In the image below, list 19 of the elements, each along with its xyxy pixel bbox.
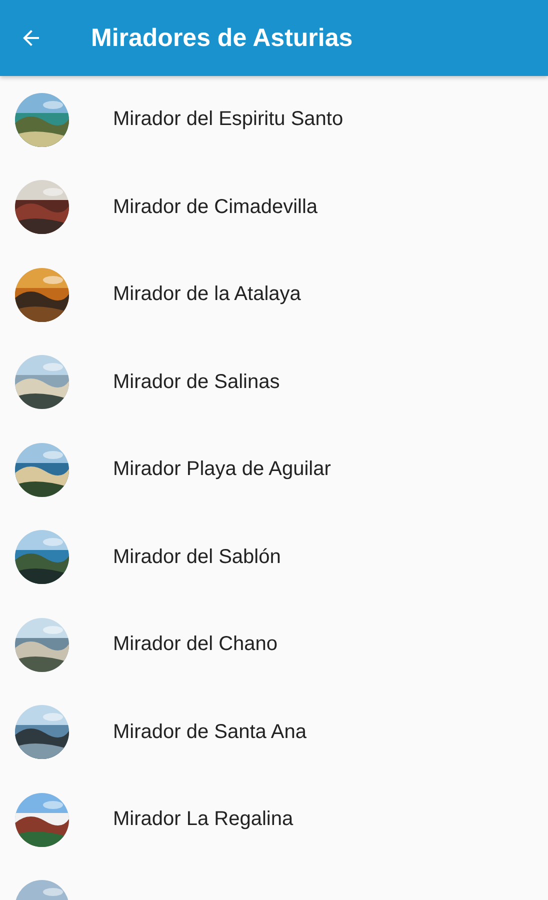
list-item-label: Mirador La Regalina (113, 808, 294, 832)
list-item-label: Mirador Playa de Aguilar (113, 458, 331, 482)
list-item-label: Mirador del Sablón (113, 546, 281, 569)
list-item[interactable]: Mirador del Sablón (0, 514, 548, 601)
list-item[interactable]: Mirador Playa de Aguilar (0, 426, 548, 514)
list-item[interactable]: Mirador de Salinas (0, 338, 548, 426)
list-item[interactable]: Mirador La Regalina (0, 776, 548, 864)
list-item[interactable]: Mirador del Espiritu Santo (0, 76, 548, 164)
list-item[interactable]: Mirador de Cimadevilla (0, 164, 548, 251)
list-item-label: Mirador de Santa Ana (113, 720, 306, 744)
list-item-label: Mirador del Espiritu Santo (113, 108, 344, 132)
list-item[interactable]: Mirador del Chano (0, 601, 548, 688)
list-item[interactable]: Mirador de Santa Ana (0, 688, 548, 776)
list-item-label: Mirador de Salinas (113, 370, 280, 394)
app-bar-title: Miradores de Asturias (91, 24, 353, 52)
list-item-label: Mirador de Cimadevilla (113, 196, 318, 219)
list-item-label: Mirador de la Atalaya (113, 283, 301, 306)
list-item-label: Mirador del Chano (113, 633, 278, 656)
list-item[interactable]: Mirador de la Atalaya (0, 251, 548, 338)
